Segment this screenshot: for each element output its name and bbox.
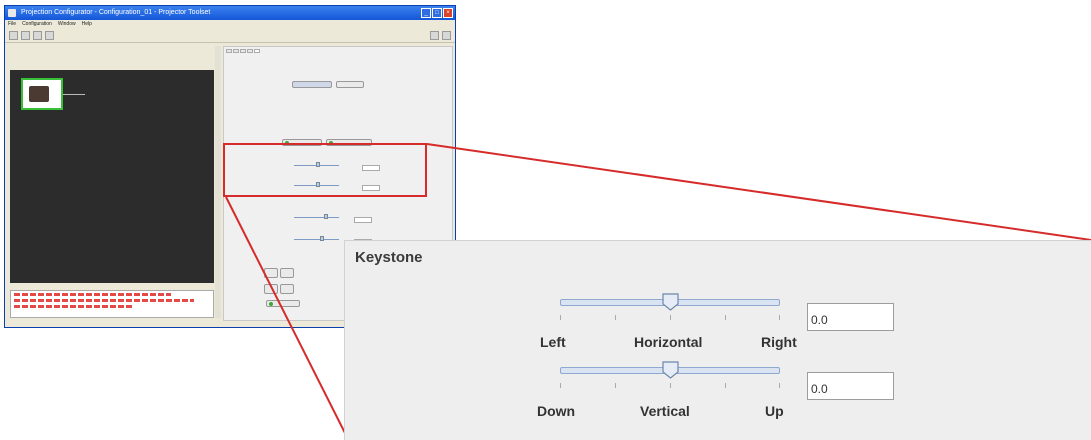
vertical-up-label: Up (765, 403, 784, 419)
keystone-zoom-panel: Keystone Left Horizontal Right Down (344, 240, 1091, 440)
horizontal-right-label: Right (761, 334, 797, 350)
vertical-value-field[interactable] (807, 372, 894, 400)
slider-ticks (560, 315, 780, 321)
callout-line-bottom (225, 196, 349, 439)
horizontal-center-label: Horizontal (634, 334, 703, 350)
slider-thumb[interactable] (661, 361, 679, 379)
vertical-keystone-slider[interactable] (560, 361, 780, 393)
vertical-down-label: Down (537, 403, 576, 419)
callout-line-top (426, 143, 1091, 241)
slider-thumb[interactable] (661, 293, 679, 311)
keystone-title: Keystone (355, 249, 423, 266)
horizontal-left-label: Left (540, 334, 566, 350)
slider-ticks (560, 383, 780, 389)
vertical-center-label: Vertical (640, 403, 690, 419)
horizontal-value-field[interactable] (807, 303, 894, 331)
horizontal-keystone-slider[interactable] (560, 293, 780, 325)
